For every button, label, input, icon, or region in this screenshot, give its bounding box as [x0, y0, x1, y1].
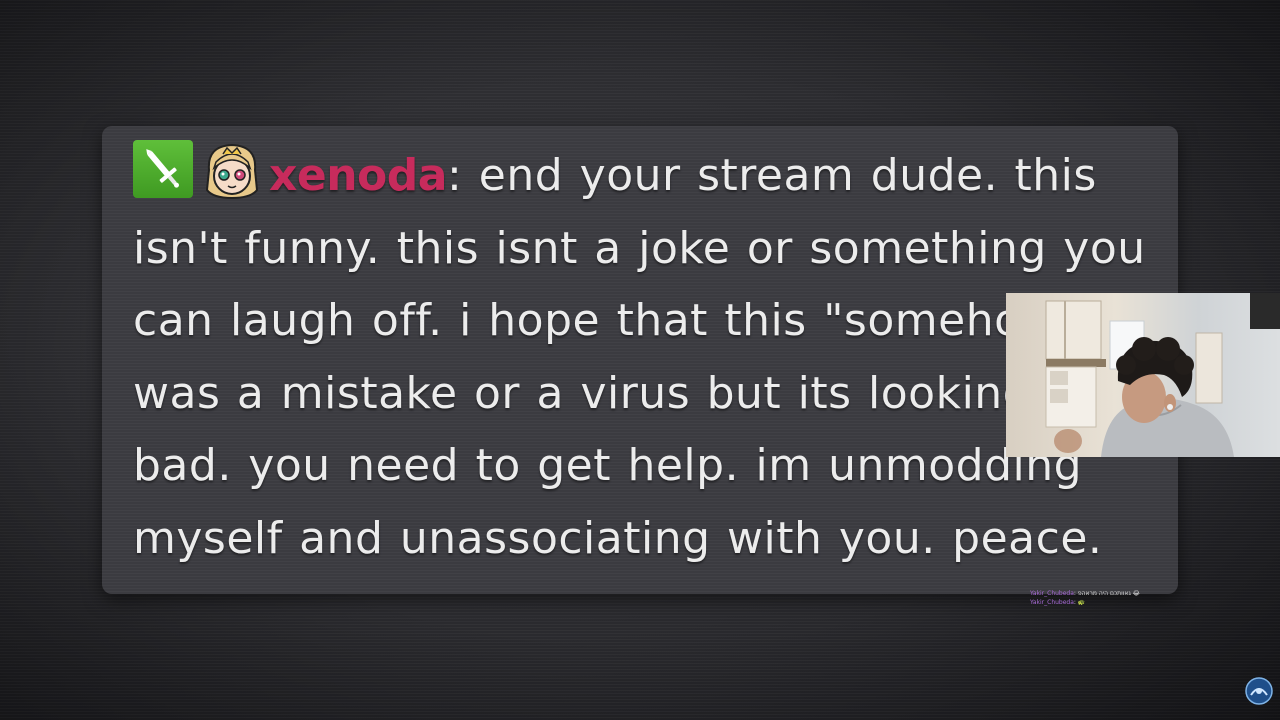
overlay-chat-line: Yakir_Chubeda: 🐢	[1030, 598, 1140, 607]
overlay-chat-line: Yakir_Chubeda: גאוותכם היה מראהפ 😂	[1030, 589, 1140, 598]
overlay-chat-username: Yakir_Chubeda	[1030, 590, 1074, 597]
chat-message-text: end your stream dude. this isn't funny. …	[133, 150, 1146, 564]
chat-username: xenoda	[269, 150, 447, 201]
overlay-chat-text: : 🐢	[1073, 599, 1086, 606]
chat-separator: :	[446, 150, 463, 201]
moderator-sword-icon	[133, 140, 193, 198]
overlay-chat-text: : גאוותכם היה מראהפ 😂	[1073, 590, 1140, 597]
anime-avatar-emote-icon	[201, 140, 263, 200]
overlay-chat-feed: Yakir_Chubeda: גאוותכם היה מראהפ 😂 Yakir…	[1030, 589, 1140, 607]
channel-watermark-logo-icon	[1245, 677, 1273, 705]
streamer-webcam-feed	[1006, 293, 1280, 457]
overlay-chat-username: Yakir_Chubeda	[1030, 599, 1074, 606]
